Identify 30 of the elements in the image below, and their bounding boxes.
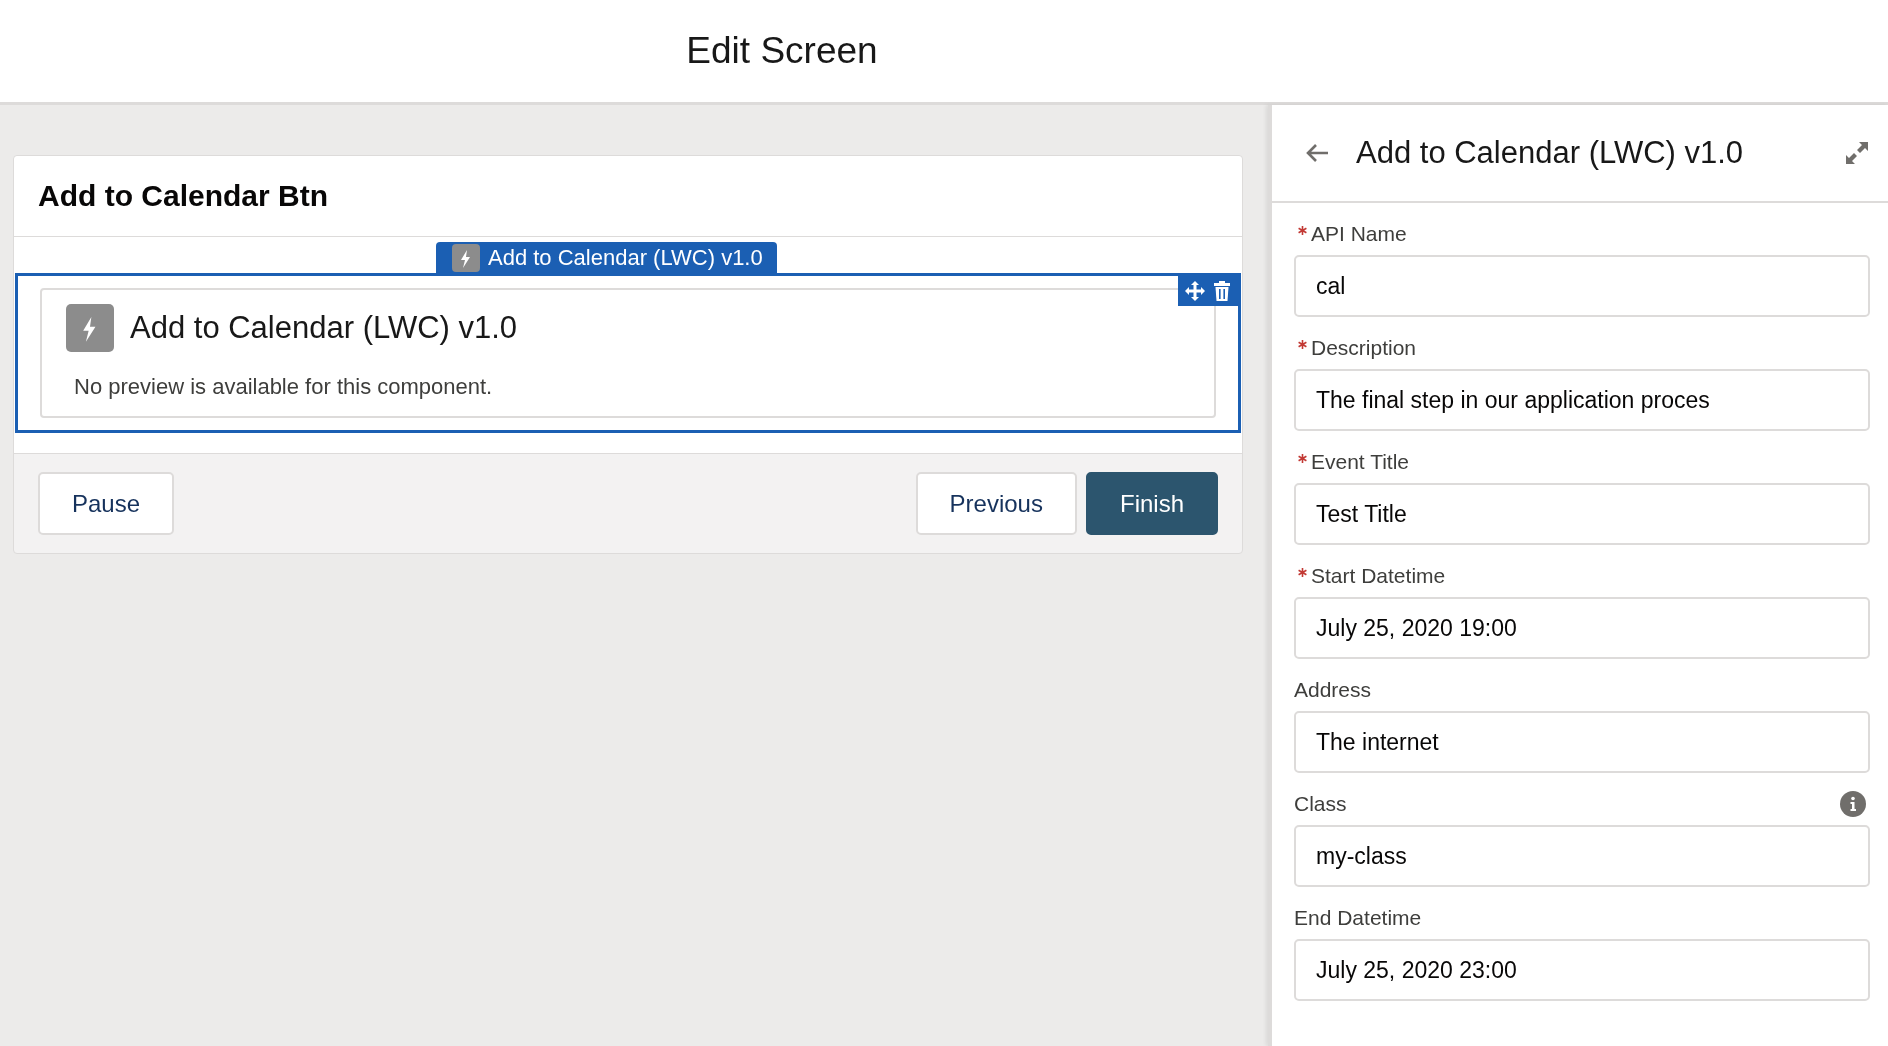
page-title: Edit Screen — [686, 30, 878, 72]
component-tag-label: Add to Calendar (LWC) v1.0 — [488, 244, 763, 271]
footer-button[interactable]: Pause — [38, 472, 175, 535]
preview-message: No preview is available for this component. — [73, 374, 494, 400]
field-label: Event Title — [1311, 450, 1411, 474]
input-field[interactable]: July 25, 2020 19:00 — [1294, 597, 1870, 659]
screen-title: Add to Calendar Btn — [14, 156, 1242, 237]
field-label: Address — [1294, 678, 1373, 702]
field-label: API Name — [1311, 222, 1408, 246]
component-frame[interactable]: Add to Calendar (LWC) v1.0 No preview is available for this component. — [15, 273, 1241, 433]
trash-icon — [1212, 280, 1232, 302]
component-title: Add to Calendar (LWC) v1.0 — [130, 310, 518, 346]
input-field[interactable]: Test Title — [1294, 483, 1870, 545]
field-label: Description — [1311, 336, 1418, 360]
input-field[interactable]: The internet — [1294, 711, 1870, 773]
field-label: End Datetime — [1294, 906, 1423, 930]
input-field[interactable]: July 25, 2020 23:00 — [1294, 939, 1870, 1001]
expand-button[interactable] — [1844, 140, 1870, 166]
input-field[interactable]: cal — [1294, 255, 1870, 317]
back-button[interactable] — [1304, 142, 1330, 164]
input-field[interactable]: my-class — [1294, 825, 1870, 887]
footer-button[interactable]: Previous — [915, 472, 1077, 535]
field-label: Class — [1294, 792, 1348, 816]
lightning-icon — [452, 243, 480, 272]
lightning-icon — [66, 304, 114, 352]
move-icon — [1184, 280, 1206, 302]
panel-title: Add to Calendar (LWC) v1.0 — [1356, 135, 1745, 171]
footer-button[interactable]: Finish — [1085, 472, 1218, 535]
field-label: Start Datetime — [1311, 564, 1447, 588]
input-field[interactable]: The final step in our application proces — [1294, 369, 1870, 431]
